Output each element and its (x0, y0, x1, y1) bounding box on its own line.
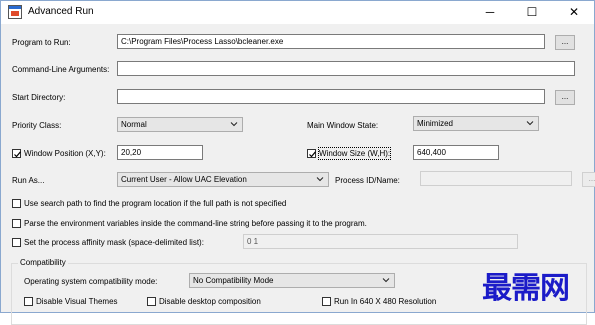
start-directory-label: Start Directory: (12, 93, 66, 102)
run-as-select[interactable]: Current User - Allow UAC Elevation (117, 172, 329, 187)
program-input[interactable]: C:\Program Files\Process Lasso\bcleaner.… (117, 34, 545, 49)
priority-label: Priority Class: (12, 121, 62, 130)
program-label: Program to Run: (12, 38, 71, 47)
run-640-label: Run In 640 X 480 Resolution (334, 297, 437, 306)
window-size-checkbox[interactable] (307, 149, 316, 158)
advanced-run-window: Advanced Run ─ ☐ ✕ Program to Run: C:\Pr… (0, 0, 595, 325)
run-as-label: Run As... (12, 176, 45, 185)
run-as-value: Current User - Allow UAC Elevation (121, 175, 247, 184)
disable-themes-label: Disable Visual Themes (36, 297, 118, 306)
disable-composition-checkbox[interactable] (147, 297, 156, 306)
search-path-label: Use search path to find the program loca… (24, 199, 287, 208)
run-640-checkbox[interactable] (322, 297, 331, 306)
disable-themes-checkbox[interactable] (24, 297, 33, 306)
parse-env-checkbox[interactable] (12, 219, 21, 228)
window-size-input[interactable]: 640,400 (413, 145, 499, 160)
process-id-label: Process ID/Name: (335, 176, 400, 185)
window-state-value: Minimized (417, 119, 454, 128)
arguments-input[interactable] (117, 61, 575, 76)
compat-mode-label: Operating system compatibility mode: (24, 277, 158, 286)
disable-composition-label: Disable desktop composition (159, 297, 261, 306)
window-position-checkbox[interactable] (12, 149, 21, 158)
minimize-button[interactable]: ─ (473, 1, 507, 24)
title-bar[interactable]: Advanced Run ─ ☐ ✕ (1, 1, 594, 24)
affinity-label: Set the process affinity mask (space-del… (24, 238, 204, 247)
chevron-down-icon (316, 177, 324, 182)
affinity-input[interactable]: 0 1 (243, 234, 518, 249)
window-position-label: Window Position (X,Y): (24, 149, 106, 158)
compat-mode-select[interactable]: No Compatibility Mode (189, 273, 395, 288)
window-position-input[interactable]: 20,20 (117, 145, 203, 160)
program-browse-button[interactable]: ... (555, 35, 575, 50)
search-path-checkbox[interactable] (12, 199, 21, 208)
app-icon (8, 5, 22, 19)
chevron-down-icon (382, 278, 390, 283)
affinity-checkbox[interactable] (12, 238, 21, 247)
chevron-down-icon (526, 121, 534, 126)
window-size-label: Window Size (W,H): (317, 147, 392, 160)
start-directory-browse-button[interactable]: ... (555, 90, 575, 105)
start-directory-input[interactable] (117, 89, 545, 104)
parse-env-label: Parse the environment variables inside t… (24, 219, 367, 228)
close-button[interactable]: ✕ (557, 1, 591, 24)
process-id-input[interactable] (420, 171, 572, 186)
compat-mode-value: No Compatibility Mode (193, 276, 274, 285)
window-state-label: Main Window State: (307, 121, 379, 130)
window-state-select[interactable]: Minimized (413, 116, 539, 131)
check-icon (309, 151, 316, 158)
compatibility-group-title: Compatibility (18, 257, 68, 268)
maximize-button[interactable]: ☐ (515, 1, 549, 24)
arguments-label: Command-Line Arguments: (12, 65, 110, 74)
watermark-logo: 最需网 (482, 271, 570, 306)
chevron-down-icon (230, 122, 238, 127)
window-title: Advanced Run (28, 6, 94, 17)
priority-value: Normal (121, 120, 147, 129)
priority-select[interactable]: Normal (117, 117, 243, 132)
check-icon (14, 151, 21, 158)
process-browse-button[interactable]: ... (582, 172, 595, 187)
